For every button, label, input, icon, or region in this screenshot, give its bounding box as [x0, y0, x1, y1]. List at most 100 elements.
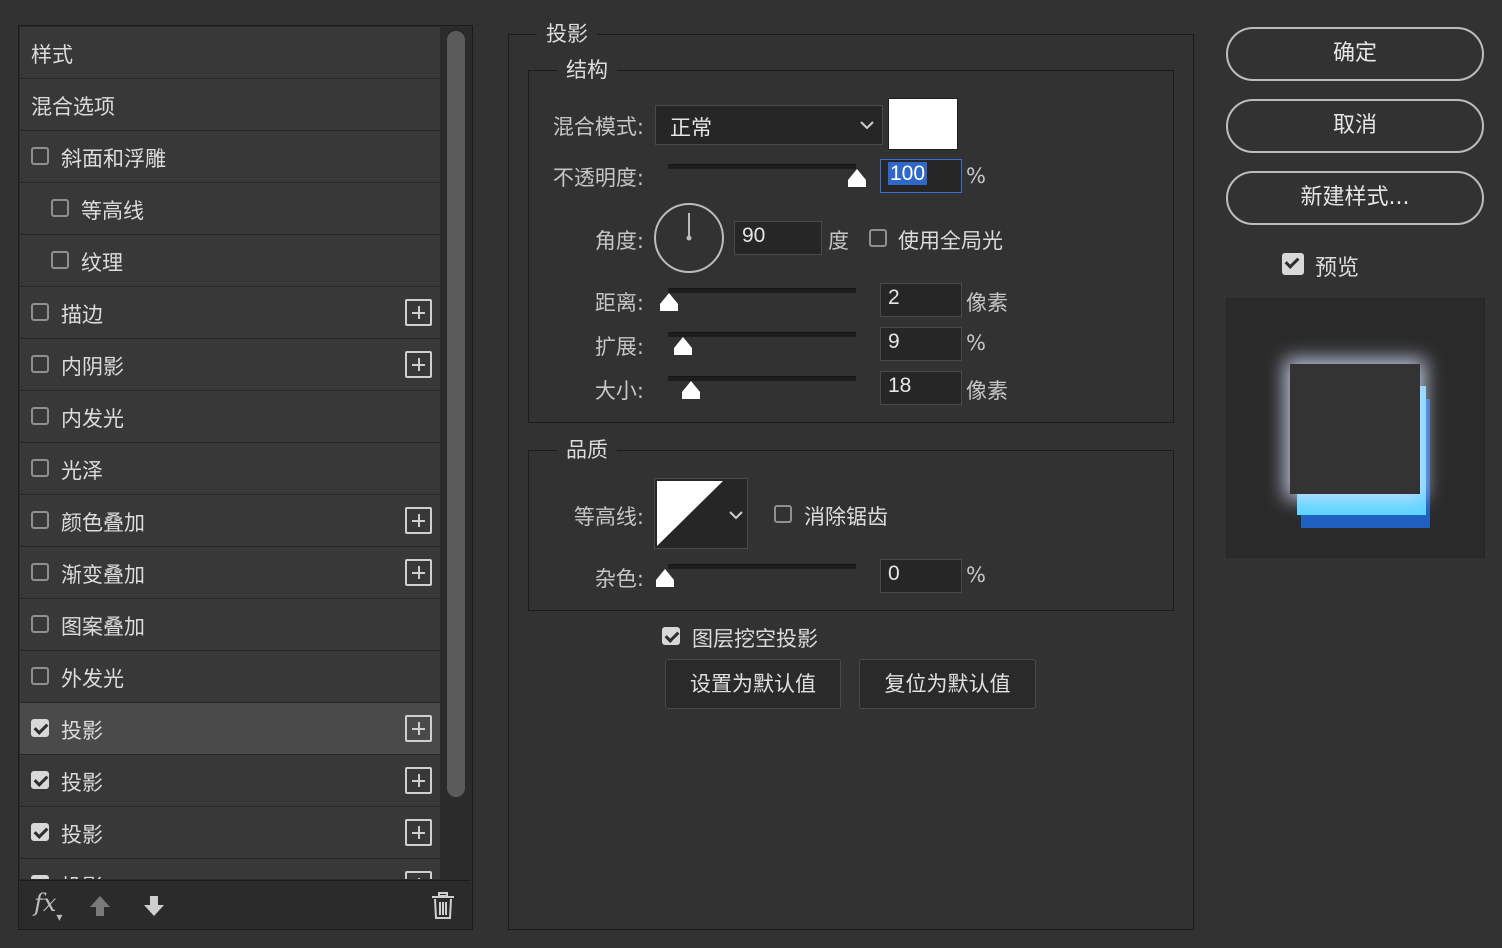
- style-item-checkbox[interactable]: [51, 251, 69, 269]
- section-title: 投影: [537, 18, 597, 48]
- global-light-checkbox[interactable]: [869, 229, 887, 247]
- opacity-input[interactable]: 100: [880, 159, 962, 193]
- style-item-label: 图案叠加: [61, 615, 145, 639]
- add-effect-icon[interactable]: [405, 559, 432, 586]
- blend-mode-label: 混合模式:: [552, 115, 644, 139]
- style-item[interactable]: 内发光: [20, 391, 440, 443]
- blend-mode-select[interactable]: 正常: [655, 105, 883, 145]
- new-style-button[interactable]: 新建样式...: [1226, 171, 1484, 225]
- style-item[interactable]: 投影: [20, 755, 440, 807]
- set-default-button[interactable]: 设置为默认值: [665, 659, 841, 709]
- style-item[interactable]: 样式: [20, 27, 440, 79]
- contour-preview: [657, 481, 723, 546]
- spread-unit: %: [966, 331, 986, 355]
- style-item-checkbox[interactable]: [31, 667, 49, 685]
- style-item-label: 投影: [61, 771, 103, 795]
- style-item[interactable]: 图案叠加: [20, 599, 440, 651]
- styles-list-scrollbar[interactable]: [447, 31, 465, 797]
- style-item-checkbox[interactable]: [31, 459, 49, 477]
- contour-picker[interactable]: [654, 478, 748, 549]
- style-item-checkbox[interactable]: [31, 355, 49, 373]
- style-item[interactable]: 纹理: [20, 235, 440, 287]
- style-item-label: 等高线: [81, 199, 144, 223]
- style-item-checkbox[interactable]: [31, 147, 49, 165]
- style-item-checkbox[interactable]: [31, 875, 49, 879]
- opacity-label: 不透明度:: [552, 166, 644, 190]
- style-item-checkbox[interactable]: [31, 823, 49, 841]
- spread-label: 扩展:: [594, 335, 644, 359]
- add-effect-icon[interactable]: [405, 871, 432, 879]
- style-item-checkbox[interactable]: [31, 771, 49, 789]
- style-item[interactable]: 外发光: [20, 651, 440, 703]
- distance-slider-thumb[interactable]: [658, 292, 680, 312]
- style-item[interactable]: 内阴影: [20, 339, 440, 391]
- trash-icon[interactable]: [430, 892, 456, 920]
- chevron-down-icon: [729, 511, 743, 520]
- fx-icon[interactable]: fx▾: [34, 889, 62, 924]
- size-input[interactable]: 18: [880, 371, 962, 405]
- spread-slider-thumb[interactable]: [672, 336, 694, 356]
- style-item-label: 纹理: [81, 251, 123, 275]
- style-item-checkbox[interactable]: [31, 615, 49, 633]
- angle-dial[interactable]: [653, 202, 725, 274]
- ok-button[interactable]: 确定: [1226, 27, 1484, 81]
- add-effect-icon[interactable]: [405, 715, 432, 742]
- preview-square: [1290, 364, 1420, 494]
- knockout-checkbox[interactable]: [662, 627, 680, 645]
- style-item[interactable]: 等高线: [20, 183, 440, 235]
- styles-footer: fx▾: [20, 880, 470, 929]
- add-effect-icon[interactable]: [405, 507, 432, 534]
- distance-input[interactable]: 2: [880, 283, 962, 317]
- opacity-slider-track[interactable]: [668, 164, 856, 169]
- style-item-checkbox[interactable]: [51, 199, 69, 217]
- style-item-label: 颜色叠加: [61, 511, 145, 535]
- distance-unit: 像素: [966, 291, 1008, 315]
- add-effect-icon[interactable]: [405, 299, 432, 326]
- add-effect-icon[interactable]: [405, 351, 432, 378]
- style-item-label: 混合选项: [31, 95, 115, 119]
- style-item-label: 内阴影: [61, 355, 124, 379]
- style-item-label: 斜面和浮雕: [61, 147, 166, 171]
- add-effect-icon[interactable]: [405, 819, 432, 846]
- shadow-color-swatch[interactable]: [888, 98, 958, 150]
- reset-default-button[interactable]: 复位为默认值: [859, 659, 1036, 709]
- style-item[interactable]: 投影: [20, 859, 440, 879]
- style-item[interactable]: 斜面和浮雕: [20, 131, 440, 183]
- noise-slider-track[interactable]: [668, 564, 856, 569]
- style-item-label: 内发光: [61, 407, 124, 431]
- preview-checkbox[interactable]: [1282, 253, 1304, 275]
- knockout-label: 图层挖空投影: [692, 627, 818, 651]
- spread-slider-track[interactable]: [668, 332, 856, 337]
- global-light-label: 使用全局光: [898, 229, 1003, 253]
- cancel-button[interactable]: 取消: [1226, 99, 1484, 153]
- size-slider-thumb[interactable]: [680, 380, 702, 400]
- style-item[interactable]: 颜色叠加: [20, 495, 440, 547]
- style-item-checkbox[interactable]: [31, 407, 49, 425]
- add-effect-icon[interactable]: [405, 767, 432, 794]
- arrow-up-icon[interactable]: [88, 894, 112, 918]
- quality-title: 品质: [557, 434, 617, 464]
- style-item-checkbox[interactable]: [31, 303, 49, 321]
- distance-slider-track[interactable]: [668, 288, 856, 293]
- size-unit: 像素: [966, 379, 1008, 403]
- style-item-checkbox[interactable]: [31, 511, 49, 529]
- style-item[interactable]: 投影: [20, 703, 440, 755]
- antialias-checkbox[interactable]: [774, 505, 792, 523]
- noise-input[interactable]: 0: [880, 559, 962, 593]
- spread-input[interactable]: 9: [880, 327, 962, 361]
- angle-input[interactable]: 90: [734, 221, 822, 255]
- style-item-checkbox[interactable]: [31, 719, 49, 737]
- style-item-label: 样式: [31, 43, 73, 67]
- style-item-checkbox[interactable]: [31, 563, 49, 581]
- style-item[interactable]: 混合选项: [20, 79, 440, 131]
- style-item[interactable]: 光泽: [20, 443, 440, 495]
- arrow-down-icon[interactable]: [142, 894, 166, 918]
- noise-slider-thumb[interactable]: [654, 568, 676, 588]
- style-item[interactable]: 投影: [20, 807, 440, 859]
- style-item[interactable]: 描边: [20, 287, 440, 339]
- style-item-label: 投影: [61, 871, 103, 879]
- distance-label: 距离:: [594, 291, 644, 315]
- style-item[interactable]: 渐变叠加: [20, 547, 440, 599]
- opacity-slider-thumb[interactable]: [846, 168, 868, 188]
- style-item-label: 投影: [61, 719, 103, 743]
